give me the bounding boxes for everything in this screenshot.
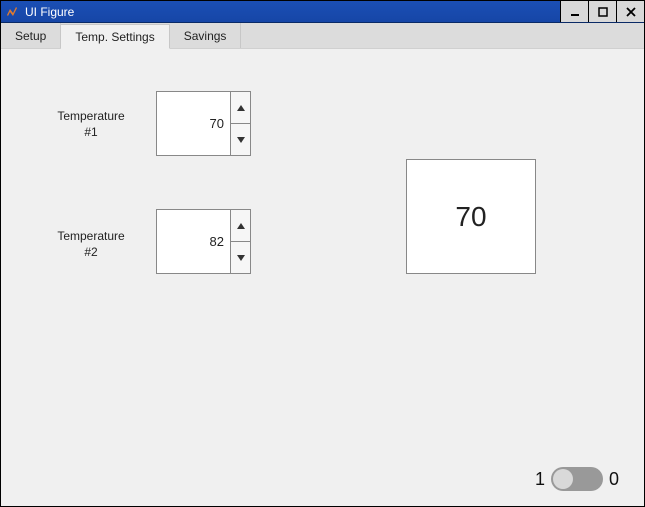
minimize-button[interactable]	[560, 1, 588, 22]
toggle-knob	[553, 469, 573, 489]
window-title: UI Figure	[25, 5, 560, 19]
temp2-value[interactable]: 82	[157, 210, 230, 273]
temp1-value[interactable]: 70	[157, 92, 230, 155]
toggle-wrap: 1 0	[535, 467, 619, 491]
tab-setup[interactable]: Setup	[1, 23, 61, 48]
temp2-label: Temperature #2	[51, 229, 131, 260]
temp2-down-button[interactable]	[231, 242, 250, 273]
toggle-label-on: 1	[535, 469, 545, 490]
app-icon	[5, 5, 19, 19]
tab-temp-settings[interactable]: Temp. Settings	[61, 24, 169, 49]
title-bar: UI Figure	[1, 1, 644, 23]
temp1-up-button[interactable]	[231, 92, 250, 124]
display-panel: 70	[406, 159, 536, 274]
temp1-label: Temperature #1	[51, 109, 131, 140]
toggle-switch[interactable]	[551, 467, 603, 491]
maximize-button[interactable]	[588, 1, 616, 22]
temp1-arrows	[230, 92, 250, 155]
temp2-up-button[interactable]	[231, 210, 250, 242]
window-controls	[560, 1, 644, 22]
temp2-arrows	[230, 210, 250, 273]
tab-savings[interactable]: Savings	[170, 23, 242, 48]
app-window: UI Figure Setup Temp. Settings Savings T…	[0, 0, 645, 507]
tab-bar: Setup Temp. Settings Savings	[1, 23, 644, 49]
toggle-label-off: 0	[609, 469, 619, 490]
temp1-spinner[interactable]: 70	[156, 91, 251, 156]
temp1-down-button[interactable]	[231, 124, 250, 155]
temp2-spinner[interactable]: 82	[156, 209, 251, 274]
close-button[interactable]	[616, 1, 644, 22]
content-pane: Temperature #1 70 Temperature #2 82	[1, 49, 644, 506]
